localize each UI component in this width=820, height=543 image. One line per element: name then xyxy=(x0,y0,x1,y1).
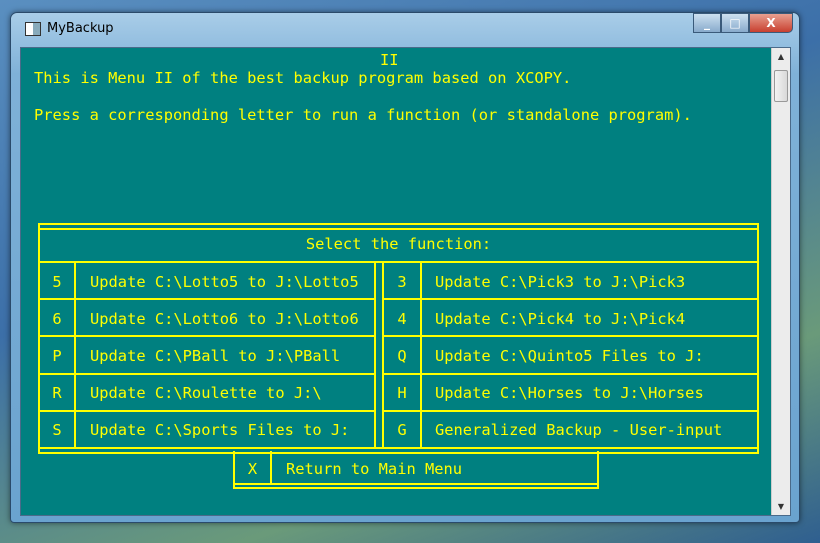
menu-key[interactable]: G xyxy=(384,412,420,449)
vertical-scrollbar[interactable]: ▲ ▼ xyxy=(771,48,790,515)
scroll-thumb[interactable] xyxy=(774,70,788,102)
menu-key[interactable]: 3 xyxy=(384,263,420,300)
scroll-up-arrow-icon[interactable]: ▲ xyxy=(772,52,790,61)
menu-key[interactable]: R xyxy=(40,375,74,412)
menu-item[interactable]: Update C:\PBall to J:\PBall xyxy=(90,337,374,374)
app-icon xyxy=(25,21,41,36)
menu-item[interactable]: Update C:\Pick4 to J:\Pick4 xyxy=(435,300,755,337)
window-title: MyBackup xyxy=(47,21,114,36)
menu-key[interactable]: S xyxy=(40,412,74,449)
menu-item[interactable]: Update C:\Horses to J:\Horses xyxy=(435,375,755,412)
divider xyxy=(374,261,376,449)
menu-title: Select the function: xyxy=(305,234,492,253)
menu-item[interactable]: Generalized Backup - User-input xyxy=(435,412,755,449)
menu-key[interactable]: H xyxy=(384,375,420,412)
title-bar: MyBackup xyxy=(25,21,114,36)
divider xyxy=(74,261,76,449)
menu-item[interactable]: Update C:\Roulette to J:\ xyxy=(90,375,374,412)
console-heading: II xyxy=(380,51,399,69)
menu-item[interactable]: Update C:\Sports Files to J: xyxy=(90,412,374,449)
menu-key[interactable]: Q xyxy=(384,337,420,374)
app-window: MyBackup _ □ X II This is Menu II of the… xyxy=(10,12,800,523)
menu-key[interactable]: 6 xyxy=(40,300,74,337)
menu-item[interactable]: Update C:\Lotto5 to J:\Lotto5 xyxy=(90,263,374,300)
return-key[interactable]: X xyxy=(235,450,270,487)
menu-key[interactable]: 5 xyxy=(40,263,74,300)
close-button[interactable]: X xyxy=(749,13,793,33)
divider xyxy=(420,261,422,449)
minimize-button[interactable]: _ xyxy=(693,13,721,33)
console-line-2: Press a corresponding letter to run a fu… xyxy=(34,106,692,124)
menu-item[interactable]: Update C:\Lotto6 to J:\Lotto6 xyxy=(90,300,374,337)
divider xyxy=(270,451,272,483)
return-to-main-menu[interactable]: Return to Main Menu xyxy=(286,450,586,487)
maximize-button[interactable]: □ xyxy=(721,13,749,33)
menu-key[interactable]: 4 xyxy=(384,300,420,337)
menu-key[interactable]: P xyxy=(40,337,74,374)
menu-item[interactable]: Update C:\Quinto5 Files to J: xyxy=(435,337,755,374)
menu-item[interactable]: Update C:\Pick3 to J:\Pick3 xyxy=(435,263,755,300)
console-line-1: This is Menu II of the best backup progr… xyxy=(34,69,572,87)
console-area[interactable]: II This is Menu II of the best backup pr… xyxy=(20,47,791,516)
scroll-down-arrow-icon[interactable]: ▼ xyxy=(772,502,790,511)
